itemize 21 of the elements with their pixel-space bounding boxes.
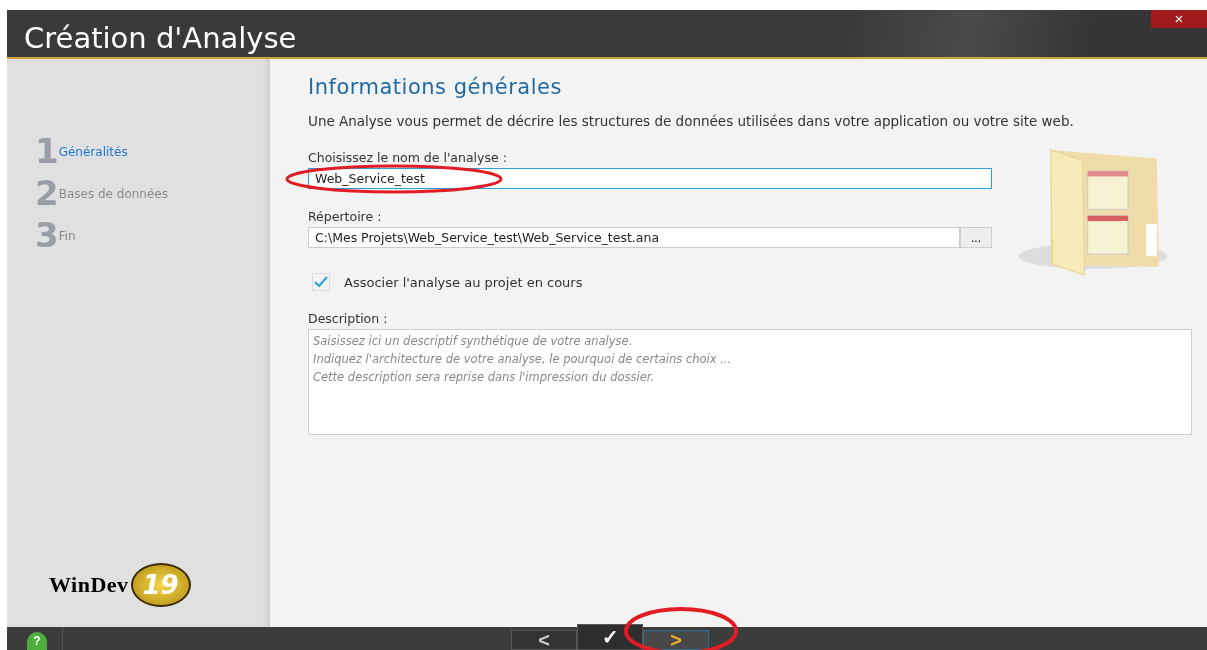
nav-button[interactable]: ✓ bbox=[577, 624, 643, 650]
checkbox[interactable] bbox=[312, 273, 330, 291]
field-label: Choisissez le nom de l'analyse : bbox=[308, 150, 507, 165]
step-number: 2 bbox=[35, 173, 59, 213]
intro-text: Une Analyse vous permet de décrire les structures de données utilisées dans votre application ou votre site web. bbox=[308, 112, 1075, 131]
field-label: Description : bbox=[308, 311, 388, 326]
browse-button[interactable]: ... bbox=[960, 227, 992, 248]
checkbox-label: Associer l'analyse au projet en cours bbox=[344, 274, 583, 290]
page-heading: Informations générales bbox=[308, 75, 563, 99]
step-number: 1 bbox=[35, 131, 59, 171]
nav-button[interactable]: < bbox=[511, 630, 577, 650]
version-badge: 19 bbox=[130, 563, 191, 607]
field-label: Répertoire : bbox=[308, 209, 382, 224]
nav-button[interactable]: > bbox=[643, 630, 709, 650]
step-number: 3 bbox=[35, 215, 59, 255]
name-field[interactable]: Web_Service_test bbox=[308, 168, 992, 189]
directory-field[interactable]: C:\Mes Projets\Web_Service_test\Web_Service_test.ana bbox=[308, 227, 960, 248]
window-title: Création d'Analyse bbox=[23, 21, 297, 57]
close-button[interactable]: × bbox=[1151, 10, 1207, 28]
description-field[interactable]: Saisissez ici un descriptif synthétique de votre analyse. Indiquez l'architecture de votre analyse, le pourquoi de certains choix ... Cette description sera reprise dans l'impression du dossier. bbox=[308, 329, 1192, 435]
logo-text: WinDev bbox=[49, 572, 129, 598]
